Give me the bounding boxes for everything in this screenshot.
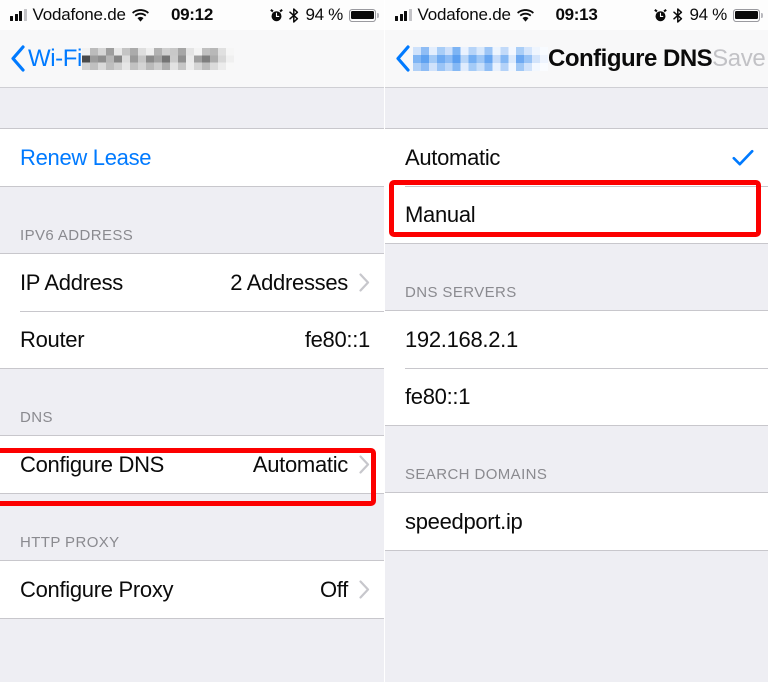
row-automatic[interactable]: Automatic [385, 129, 768, 186]
chevron-right-icon [359, 455, 370, 474]
right-settings-table: Automatic Manual DNS SERVERS 192.168.2.1… [385, 88, 768, 551]
row-renew-lease[interactable]: Renew Lease [0, 129, 384, 186]
back-button-wifi[interactable]: Wi-Fi [10, 45, 82, 73]
row-configure-proxy-value: Off [319, 576, 348, 602]
group-search-domains: speedport.ip [385, 492, 768, 551]
chevron-right-icon [359, 580, 370, 599]
battery-percent-label: 94 % [689, 5, 727, 24]
right-nav-bar: Configure DNS Save [385, 30, 768, 88]
row-dns-server-2-label: fe80::1 [405, 383, 471, 409]
left-settings-table: Renew Lease IPV6 ADDRESS IP Address 2 Ad… [0, 88, 384, 619]
row-search-domain-1-label: speedport.ip [405, 508, 523, 534]
section-header-dns: DNS [20, 409, 53, 426]
save-button[interactable]: Save [712, 45, 766, 73]
group-http-proxy: Configure Proxy Off [0, 560, 384, 619]
row-configure-dns-value: Automatic [252, 451, 348, 477]
row-router-value: fe80::1 [304, 326, 370, 352]
page-title: Configure DNS [548, 44, 713, 72]
status-bar-right-group: 94 % [270, 5, 379, 25]
group-renew-lease: Renew Lease [0, 128, 384, 187]
redacted-ssid-title [81, 47, 234, 70]
chevron-left-icon [11, 45, 25, 72]
left-status-bar: Vodafone.de 09:12 94 % [0, 0, 384, 30]
row-manual-label: Manual [405, 201, 476, 227]
redacted-back-label [413, 46, 548, 71]
back-button-network[interactable] [395, 45, 548, 72]
battery-icon [349, 8, 379, 22]
row-configure-proxy-label: Configure Proxy [20, 576, 174, 602]
alarm-icon [654, 9, 668, 22]
row-ip-address[interactable]: IP Address 2 Addresses [0, 254, 384, 311]
right-phone-screen: Vodafone.de 09:13 94 % Configure DNS Sav… [384, 0, 768, 682]
group-dns-mode: Automatic Manual [385, 128, 768, 244]
back-button-label: Wi-Fi [28, 44, 82, 72]
bluetooth-icon [673, 7, 683, 23]
row-configure-proxy[interactable]: Configure Proxy Off [0, 561, 384, 618]
section-header-dns-servers: DNS SERVERS [405, 284, 517, 301]
alarm-icon [270, 9, 284, 22]
chevron-left-icon [396, 45, 410, 72]
group-dns: Configure DNS Automatic [0, 435, 384, 494]
group-ipv6-address: IP Address 2 Addresses Router fe80::1 [0, 253, 384, 369]
left-phone-screen: Vodafone.de 09:12 94 % Wi-Fi Renew Lease… [0, 0, 384, 682]
battery-icon [733, 8, 763, 22]
row-router: Router fe80::1 [0, 311, 384, 368]
right-status-bar: Vodafone.de 09:13 94 % [385, 0, 768, 30]
battery-percent-label: 94 % [305, 5, 343, 24]
row-ip-address-label: IP Address [20, 269, 123, 295]
row-manual[interactable]: Manual [385, 186, 768, 243]
row-renew-lease-label: Renew Lease [20, 144, 152, 170]
bluetooth-icon [289, 7, 299, 23]
row-ip-address-value: 2 Addresses [230, 269, 348, 295]
row-dns-server-1-label: 192.168.2.1 [405, 326, 518, 352]
row-automatic-label: Automatic [405, 144, 501, 170]
section-header-search-domains: SEARCH DOMAINS [405, 466, 548, 483]
row-dns-server-2[interactable]: fe80::1 [385, 368, 768, 425]
section-header-http-proxy: HTTP PROXY [20, 534, 120, 551]
row-search-domain-1[interactable]: speedport.ip [385, 493, 768, 550]
chevron-right-icon [359, 273, 370, 292]
section-header-ipv6: IPV6 ADDRESS [20, 227, 134, 244]
dual-screenshot-container: Vodafone.de 09:12 94 % Wi-Fi Renew Lease… [0, 0, 768, 682]
group-dns-servers: 192.168.2.1 fe80::1 [385, 310, 768, 426]
row-dns-server-1[interactable]: 192.168.2.1 [385, 311, 768, 368]
left-nav-bar: Wi-Fi [0, 30, 384, 88]
status-bar-right-group: 94 % [654, 5, 763, 25]
row-configure-dns-label: Configure DNS [20, 451, 165, 477]
row-router-label: Router [20, 326, 85, 352]
row-configure-dns[interactable]: Configure DNS Automatic [0, 436, 384, 493]
checkmark-icon [732, 149, 754, 165]
